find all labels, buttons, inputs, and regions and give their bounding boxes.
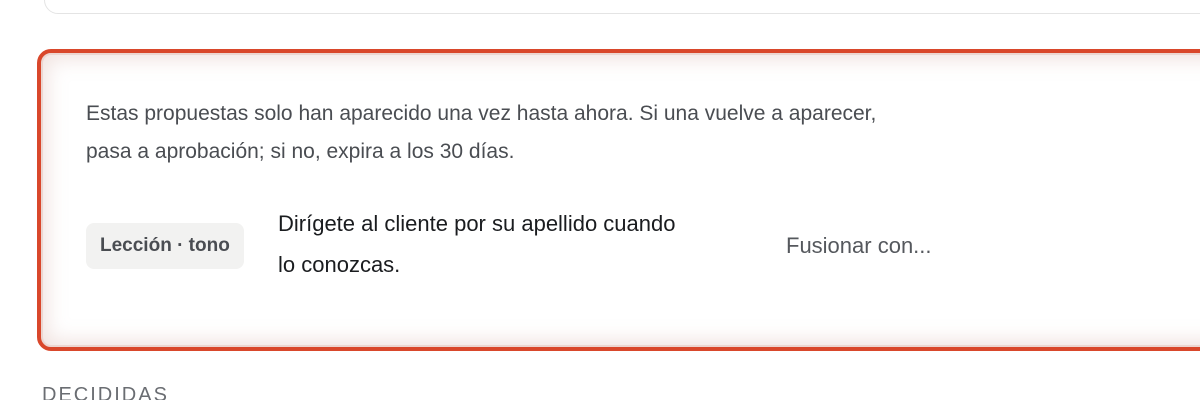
decided-section-heading: DECIDIDAS: [42, 384, 169, 400]
merge-with-button[interactable]: Fusionar con...: [786, 226, 932, 266]
previous-card: [44, 0, 1200, 14]
proposal-tag-badge: Lección · tono: [86, 223, 244, 269]
proposal-row: Lección · tono Dirígete al cliente por s…: [86, 203, 1186, 293]
proposal-text: Dirígete al cliente por su apellido cuan…: [278, 211, 676, 277]
pending-proposals-card: Estas propuestas solo han aparecido una …: [37, 49, 1200, 351]
page: Estas propuestas solo han aparecido una …: [0, 0, 1200, 400]
pending-intro-text: Estas propuestas solo han aparecido una …: [86, 102, 877, 163]
